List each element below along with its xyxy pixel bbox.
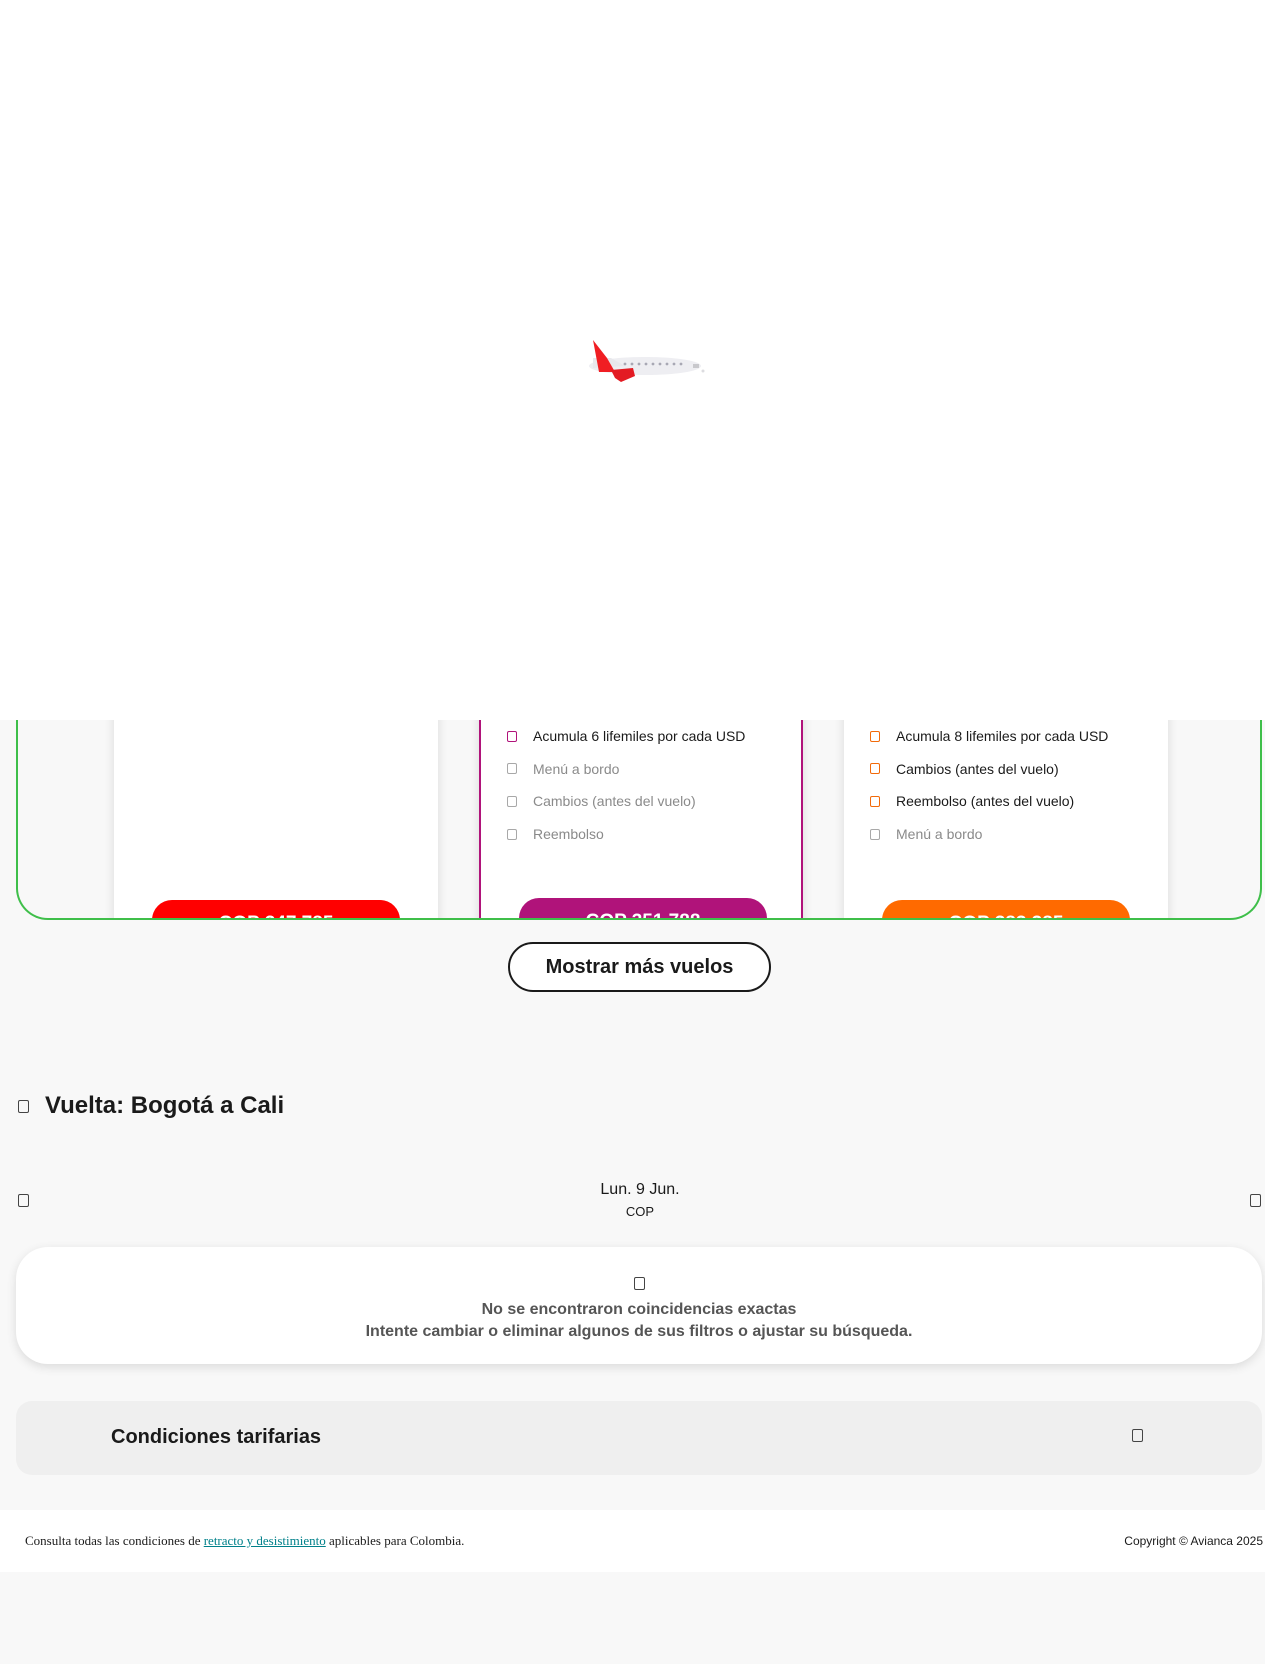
footer-legal-text: Consulta todas las condiciones de retrac…: [25, 1533, 465, 1548]
info-icon: [633, 1277, 645, 1290]
chevron-right-icon[interactable]: [1250, 1194, 1261, 1207]
miles-icon: [507, 730, 517, 742]
feature-item: Acumula 8 lifemiles por cada USD: [870, 720, 1108, 753]
change-icon: [870, 763, 880, 775]
return-route-header: Vuelta: Bogotá a Cali: [18, 1092, 284, 1120]
no-results-message: No se encontraron coincidencias exactas …: [16, 1247, 1262, 1364]
no-results-hint: Intente cambiar o eliminar algunos de su…: [365, 1323, 913, 1340]
fare-price-button[interactable]: COP 383.385: [882, 900, 1130, 918]
miles-icon: [870, 730, 880, 742]
feature-item: Menú a bordo: [507, 753, 745, 786]
refund-icon: [870, 795, 880, 807]
selected-date-tab[interactable]: Lun. 9 Jun. COP: [560, 1168, 720, 1246]
feature-item: Menú a bordo: [870, 818, 1108, 851]
feature-item: Cambios (antes del vuelo): [870, 753, 1108, 786]
change-icon: [507, 795, 517, 807]
loading-overlay: [0, 0, 1265, 720]
show-more-flights-button[interactable]: Mostrar más vuelos: [508, 942, 771, 992]
chevron-left-icon[interactable]: [18, 1194, 29, 1207]
fare-price-button[interactable]: COP 351.788: [519, 898, 767, 918]
fare-feature-list: Acumula 6 lifemiles por cada USD Menú a …: [507, 720, 745, 850]
meal-icon: [870, 828, 880, 840]
fare-feature-list: Acumula 8 lifemiles por cada USD Cambios…: [870, 720, 1108, 850]
return-flight-icon: [18, 1099, 29, 1113]
feature-item: Acumula 6 lifemiles por cada USD: [507, 720, 745, 753]
date-label: Lun. 9 Jun.: [600, 1181, 680, 1198]
refund-icon: [507, 828, 517, 840]
chevron-down-icon[interactable]: [1132, 1429, 1143, 1442]
fare-price-button[interactable]: COP 347.785: [152, 900, 400, 918]
withdrawal-policy-link[interactable]: retracto y desistimiento: [204, 1533, 326, 1548]
no-results-title: No se encontraron coincidencias exactas: [481, 1301, 797, 1318]
footer: Consulta todas las condiciones de retrac…: [0, 1510, 1265, 1572]
meal-icon: [507, 763, 517, 775]
fare-conditions-title: Condiciones tarifarias: [111, 1426, 322, 1448]
copyright: Copyright © Avianca 2025: [1124, 1534, 1263, 1548]
currency-label: COP: [625, 1204, 655, 1219]
feature-item: Cambios (antes del vuelo): [507, 785, 745, 818]
fare-conditions-accordion[interactable]: Condiciones tarifarias: [16, 1401, 1262, 1475]
feature-item: Reembolso (antes del vuelo): [870, 785, 1108, 818]
feature-item: Reembolso: [507, 818, 745, 851]
airplane-loading-icon: [589, 340, 705, 382]
return-route-title: Vuelta: Bogotá a Cali: [45, 1092, 285, 1119]
